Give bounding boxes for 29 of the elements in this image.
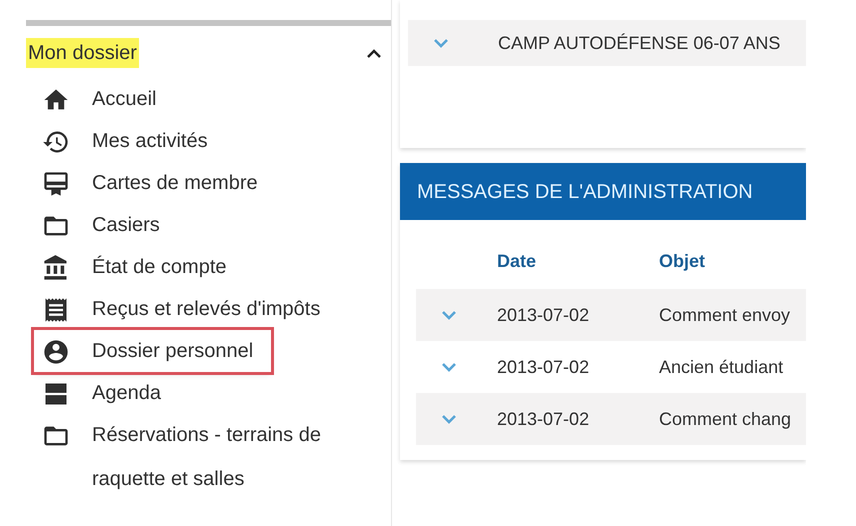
- menu-item[interactable]: Mes activités: [34, 120, 226, 162]
- subject-cell-text: Ancien étudiant: [659, 356, 784, 378]
- chevron-down-icon[interactable]: [432, 37, 450, 49]
- section-title[interactable]: Mon dossier: [26, 38, 139, 68]
- caret-up-icon[interactable]: [365, 47, 383, 59]
- column-header: Date: [497, 250, 538, 273]
- date-cell-text: 2013-07-02: [497, 408, 590, 430]
- panel-header: MESSAGES DE L'ADMINISTRATION: [400, 163, 806, 220]
- menu-item[interactable]: Agenda: [34, 372, 179, 414]
- menu-item[interactable]: Reçus et relevés d'impôts: [34, 288, 338, 330]
- message-row[interactable]: 2013-07-02 Comment envoy: [416, 289, 806, 341]
- menu-item[interactable]: Réservations - terrains de raquette et salles: [34, 414, 390, 500]
- chevron-down-icon[interactable]: [440, 309, 458, 321]
- date-cell-text: 2013-07-02: [497, 356, 590, 378]
- chevron-down-icon[interactable]: [440, 413, 458, 425]
- date-cell-text: 2013-07-02: [497, 304, 590, 326]
- activity-row[interactable]: CAMP AUTODÉFENSE 06-07 ANS: [408, 20, 806, 66]
- account-icon: [42, 338, 70, 366]
- membership-card-icon: [42, 170, 70, 198]
- menu-item[interactable]: Cartes de membre: [34, 162, 276, 204]
- column-header: Objet: [659, 250, 706, 273]
- menu-item[interactable]: Accueil: [34, 78, 174, 120]
- subject-cell-text: Comment envoy: [659, 304, 790, 327]
- chevron-down-icon[interactable]: [440, 361, 458, 373]
- menu-item[interactable]: État de compte: [34, 246, 245, 288]
- menu-item[interactable]: Casiers: [34, 204, 178, 246]
- menu-item[interactable]: Dossier personnel: [34, 330, 272, 372]
- subject-cell-text: Comment chang: [659, 408, 792, 431]
- message-row[interactable]: 2013-07-02 Comment chang: [416, 393, 806, 445]
